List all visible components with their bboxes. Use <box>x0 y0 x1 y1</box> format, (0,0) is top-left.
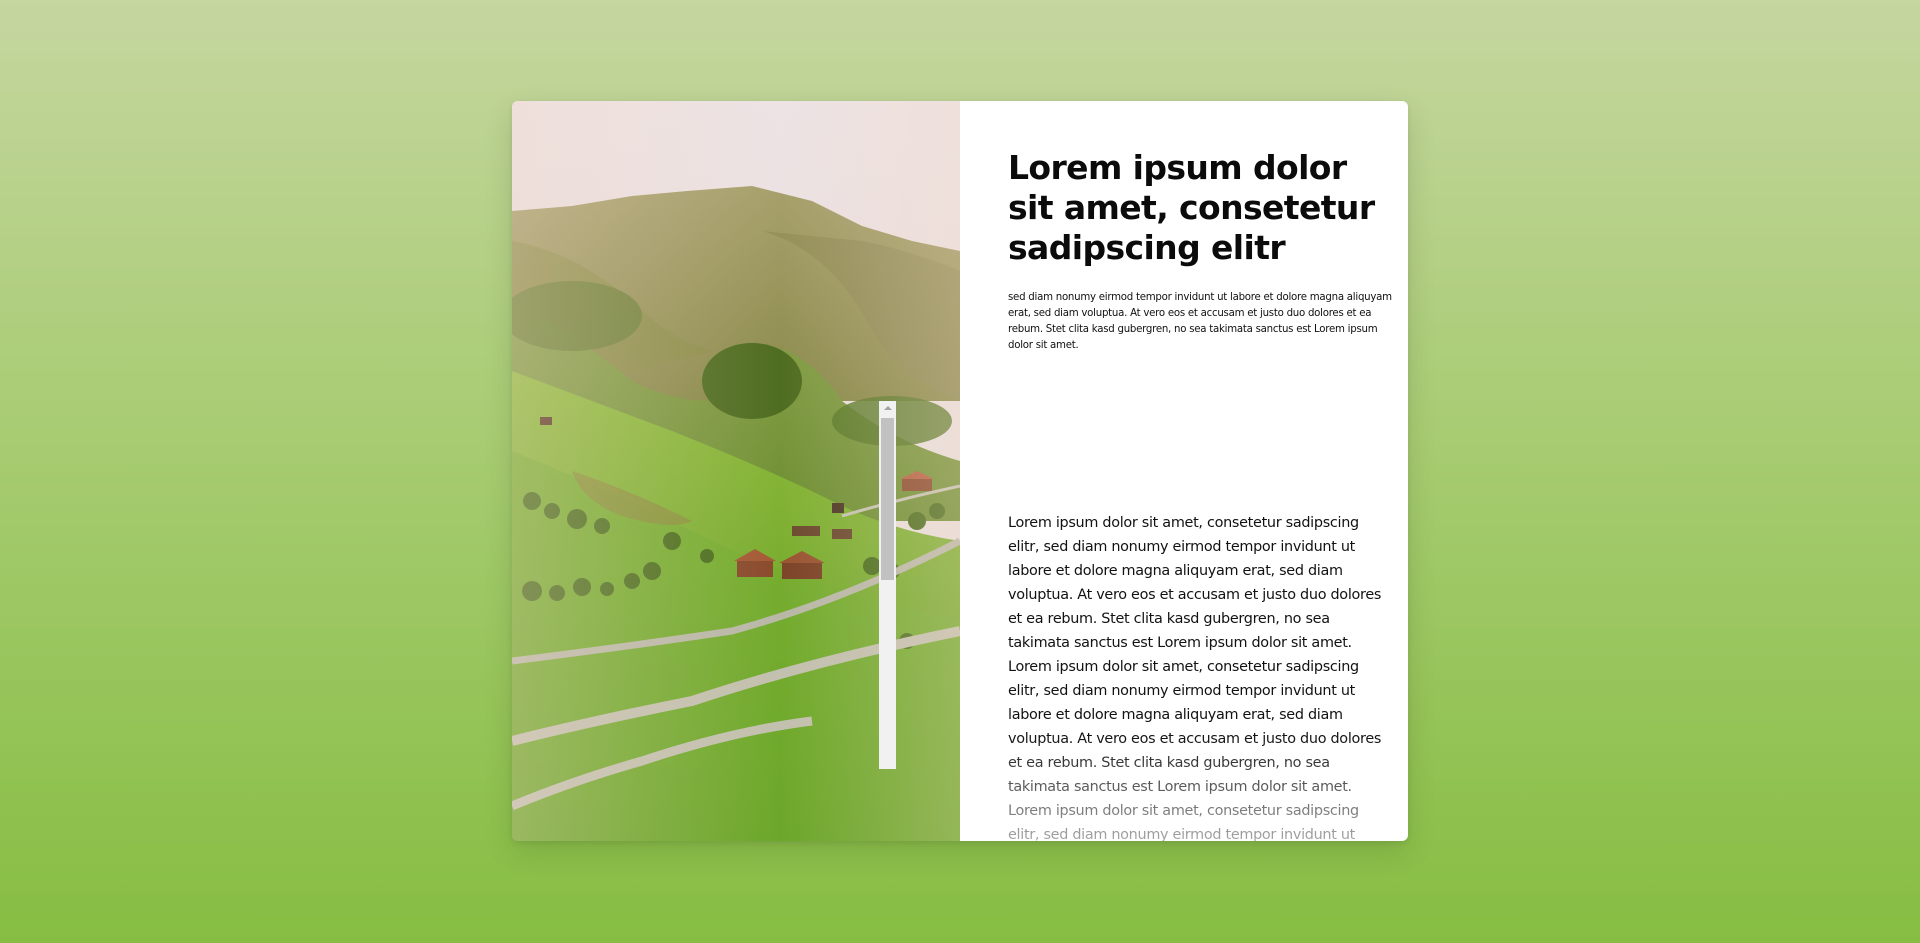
scroll-up-arrow-icon[interactable] <box>879 401 896 415</box>
body-text: Lorem ipsum dolor sit amet, consetetur s… <box>1008 515 1382 841</box>
scrollable-text-area[interactable]: Lorem ipsum dolor sit amet, consetetur s… <box>1008 502 1392 841</box>
subtitle-text: sed diam nonumy eirmod tempor invidunt u… <box>1008 292 1392 351</box>
scrollbar[interactable] <box>879 401 896 769</box>
text-panel: Lorem ipsum dolor sit amet, consetetur s… <box>960 101 1408 841</box>
content-card: Lorem ipsum dolor sit amet, consetetur s… <box>512 101 1408 841</box>
page-title: Lorem ipsum dolor sit amet, consetetur s… <box>1008 148 1375 267</box>
scrollbar-thumb[interactable] <box>881 418 894 580</box>
